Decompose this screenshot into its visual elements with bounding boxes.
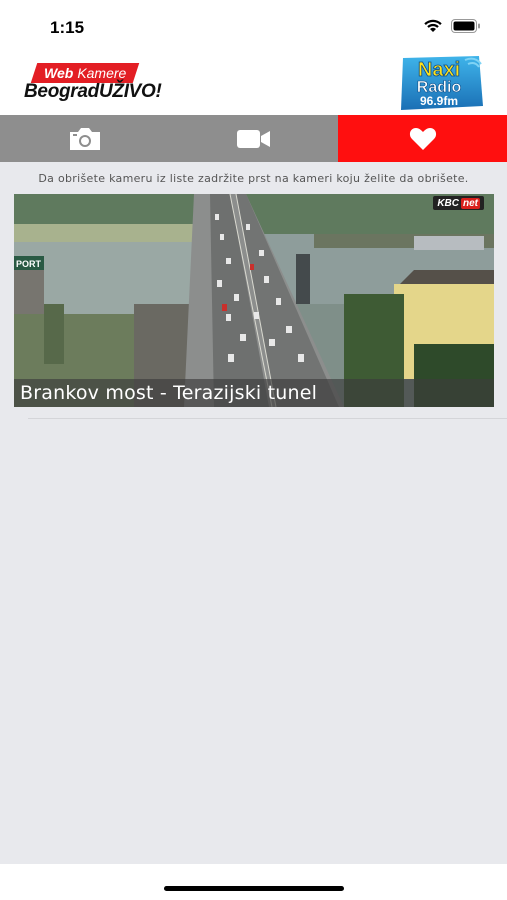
logo-main-text: BeogradUŽIVO!: [24, 81, 162, 102]
kbc-badge-kbc: KBC: [437, 197, 459, 209]
tab-favorites[interactable]: [338, 115, 507, 162]
status-time: 1:15: [50, 18, 85, 37]
camera-icon: [69, 127, 100, 150]
battery-icon: [451, 18, 480, 33]
list-divider: [28, 418, 507, 419]
status-bar: 1:15: [0, 0, 507, 50]
video-camera-icon: [236, 129, 270, 148]
logo-tag: Web Kamere: [30, 63, 140, 83]
port-sign: PORT: [16, 259, 42, 269]
camera-thumbnail: PORT: [14, 194, 494, 407]
camera-title: Brankov most - Terazijski tunel: [20, 382, 318, 404]
logo-tag-web: Web: [44, 65, 74, 81]
bottom-bar: [0, 864, 507, 900]
naxi-line3: 96.9fm: [420, 94, 458, 108]
tab-photos[interactable]: [0, 115, 169, 162]
delete-hint: Da obrišete kameru iz liste zadržite prs…: [38, 171, 469, 185]
wifi-icon: [424, 19, 442, 32]
naxi-radio-logo[interactable]: Naxi Radio 96.9fm: [395, 54, 487, 112]
app-header: Web Kamere BeogradUŽIVO! Naxi Radio 96.9f…: [0, 50, 507, 115]
naxi-line1: Naxi: [418, 59, 460, 81]
home-indicator[interactable]: [164, 886, 344, 891]
tab-bar: [0, 115, 507, 162]
webkamere-logo[interactable]: Web Kamere BeogradUŽIVO!: [24, 63, 209, 103]
camera-caption: Brankov most - Terazijski tunel: [14, 379, 494, 407]
camera-card[interactable]: PORT KBC net Brankov most - Terazijski tu…: [14, 194, 494, 407]
logo-tag-kamere: Kamere: [77, 65, 127, 81]
heart-icon: [409, 128, 436, 150]
kbc-badge: KBC net: [433, 196, 484, 210]
status-icons: [423, 18, 481, 33]
tab-videos[interactable]: [169, 115, 338, 162]
kbc-badge-net: net: [461, 197, 480, 209]
